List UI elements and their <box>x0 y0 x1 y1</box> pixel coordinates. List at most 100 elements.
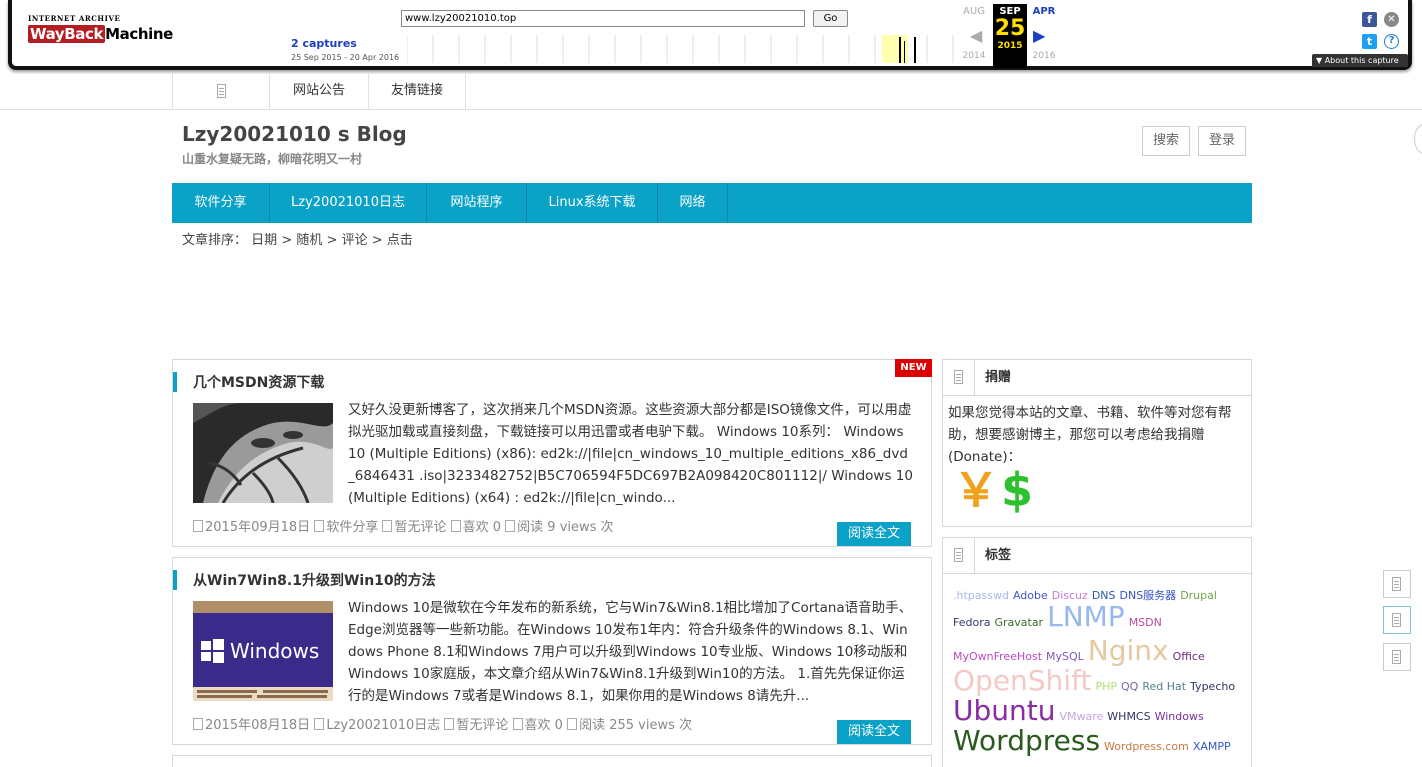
about-capture-label: About this capture <box>1324 56 1399 65</box>
sort-sep: > <box>371 233 383 248</box>
comment-icon <box>444 718 455 730</box>
post-comments[interactable]: 暂无评论 <box>394 520 446 535</box>
current-capture-date: SEP 25 2015 <box>993 4 1027 68</box>
site-title[interactable]: Lzy20021010 s Blog <box>182 122 407 146</box>
post-title[interactable]: 从Win7Win8.1升级到Win10的方法 <box>193 570 436 590</box>
heart-icon <box>450 520 461 532</box>
post-excerpt: Windows 10是微软在今年发布的新系统，它与Win7&Win8.1相比增加… <box>348 600 913 704</box>
current-year: 2015 <box>997 41 1023 51</box>
tag-line: OpenShift PHP QQ Red Hat Typecho <box>953 664 1239 697</box>
post-likes[interactable]: 喜欢 0 <box>463 520 501 535</box>
tag-link[interactable]: Windows <box>1155 710 1204 723</box>
folder-icon <box>314 520 325 532</box>
facebook-icon[interactable]: f <box>1362 12 1377 27</box>
tag-link[interactable]: Fedora <box>953 616 990 629</box>
nav-item-software[interactable]: 软件分享 <box>172 183 270 223</box>
post-thumbnail-leaf[interactable] <box>193 403 333 503</box>
topbar-item-announcement[interactable]: 网站公告 <box>269 74 368 110</box>
read-more-button[interactable]: 阅读全文 <box>837 720 911 744</box>
calendar-icon <box>193 718 203 730</box>
calendar-icon <box>193 520 203 532</box>
sort-clicks[interactable]: 点击 <box>387 233 413 248</box>
tag-link[interactable]: Red Hat <box>1142 680 1186 693</box>
login-button[interactable]: 登录 <box>1198 126 1246 156</box>
help-icon[interactable]: ? <box>1384 34 1399 49</box>
wayback-word: WayBack <box>28 25 106 43</box>
internet-archive-text: INTERNET ARCHIVE <box>28 14 121 23</box>
tag-link[interactable]: WHMCS <box>1107 710 1150 723</box>
new-badge: NEW <box>895 359 932 377</box>
post-meta: 2015年08月18日 Lzy20021010日志 暂无评论 喜欢 0 阅读 2… <box>193 714 692 733</box>
tag-link[interactable]: Wordpress <box>953 724 1100 757</box>
tag-link[interactable]: Ubuntu <box>953 694 1055 727</box>
wayback-logo[interactable]: INTERNET ARCHIVE WayBack Machine <box>28 14 173 54</box>
tag-link[interactable]: PHP <box>1095 680 1117 693</box>
wayback-go-button[interactable]: Go <box>813 10 848 27</box>
post-title[interactable]: 几个MSDN资源下载 <box>193 372 324 392</box>
nav-item-programs[interactable]: 网站程序 <box>427 183 527 223</box>
nav-item-linux[interactable]: Linux系统下载 <box>527 183 658 223</box>
topbar-menu-button[interactable] <box>172 74 269 110</box>
close-icon[interactable]: ✕ <box>1384 12 1399 27</box>
sort-date[interactable]: 日期 <box>251 233 277 248</box>
wayback-url-input[interactable] <box>401 10 805 27</box>
nav-item-diary[interactable]: Lzy20021010日志 <box>270 183 427 223</box>
tag-link[interactable]: MySQL <box>1046 650 1084 663</box>
tag-link[interactable]: Drupal <box>1180 589 1217 602</box>
float-button-top[interactable] <box>1383 643 1411 671</box>
wayback-machine-text: WayBack Machine <box>28 25 173 43</box>
post-thumbnail-windows[interactable]: Windows <box>193 601 333 701</box>
sort-comments[interactable]: 评论 <box>342 233 368 248</box>
wayback-capture-range: 25 Sep 2015 - 20 Apr 2016 <box>291 53 400 62</box>
post-title-bar <box>173 372 177 392</box>
post-comments[interactable]: 暂无评论 <box>456 718 508 733</box>
topbar-item-links[interactable]: 友情链接 <box>368 74 466 110</box>
post-category[interactable]: 软件分享 <box>326 520 378 535</box>
tag-link[interactable]: XAMPP <box>1193 740 1231 753</box>
nav-item-network[interactable]: 网络 <box>658 183 728 223</box>
tag-link[interactable]: MyOwnFreeHost <box>953 650 1042 663</box>
twitter-icon[interactable]: t <box>1362 34 1377 49</box>
main-nav: 软件分享 Lzy20021010日志 网站程序 Linux系统下载 网络 <box>172 183 1252 223</box>
prev-month-label[interactable]: AUG <box>957 6 991 17</box>
current-day: 25 <box>994 16 1026 41</box>
widget-header: 捐赠 <box>943 360 1251 396</box>
post-category[interactable]: Lzy20021010日志 <box>326 718 440 733</box>
tag-link[interactable]: MSDN <box>1129 616 1162 629</box>
post-card <box>172 755 932 767</box>
next-month-label[interactable]: APR <box>1027 6 1061 17</box>
sort-sep: > <box>281 233 293 248</box>
post-meta: 2015年09月18日 软件分享 暂无评论 喜欢 0 阅读 9 views 次 <box>193 516 614 535</box>
float-button-share[interactable] <box>1383 606 1411 634</box>
next-arrow-icon[interactable]: ▶ <box>1033 26 1045 45</box>
tag-link[interactable]: Nginx <box>1088 634 1169 667</box>
tags-widget: 标签 .htpasswd Adobe Discuz DNS DNS服务器 Drupal Fe… <box>942 537 1252 767</box>
wayback-captures-link[interactable]: 2 captures <box>291 37 357 50</box>
tag-link[interactable]: LNMP <box>1047 600 1125 633</box>
post-likes[interactable]: 喜欢 0 <box>525 718 563 733</box>
tag-link[interactable]: Office <box>1173 650 1205 663</box>
yuan-donate-icon[interactable]: ￥ <box>953 464 999 516</box>
search-button[interactable]: 搜索 <box>1142 126 1190 156</box>
dollar-donate-icon[interactable]: $ <box>1001 464 1033 516</box>
widget-title: 捐赠 <box>985 370 1012 385</box>
tag-link[interactable]: OpenShift <box>953 664 1091 697</box>
tag-link[interactable]: Typecho <box>1190 680 1235 693</box>
float-button-home[interactable] <box>1383 570 1411 598</box>
post-title-bar <box>173 570 177 590</box>
tag-link[interactable]: QQ <box>1121 680 1138 693</box>
eye-icon <box>567 718 578 730</box>
about-capture-button[interactable]: ▼ About this capture <box>1312 54 1408 67</box>
tag-link[interactable]: Gravatar <box>994 616 1043 629</box>
donate-widget: 捐赠 如果您觉得本站的文章、书籍、软件等对您有帮助，想要感谢博主，那您可以考虑给… <box>942 359 1252 527</box>
prev-arrow-icon[interactable]: ◀ <box>970 26 982 45</box>
sort-random[interactable]: 随机 <box>296 233 322 248</box>
tag-link[interactable]: Wordpress.com <box>1104 740 1189 753</box>
edge-scroll-handle[interactable] <box>1414 124 1422 154</box>
tag-link[interactable]: VMware <box>1059 710 1103 723</box>
read-more-button[interactable]: 阅读全文 <box>837 522 911 546</box>
wayback-sparkline[interactable] <box>407 35 957 63</box>
wayback-toolbar: INTERNET ARCHIVE WayBackMachine Go 2 cap… <box>0 0 1422 74</box>
eye-icon <box>505 520 516 532</box>
widget-header: 标签 <box>943 538 1251 574</box>
